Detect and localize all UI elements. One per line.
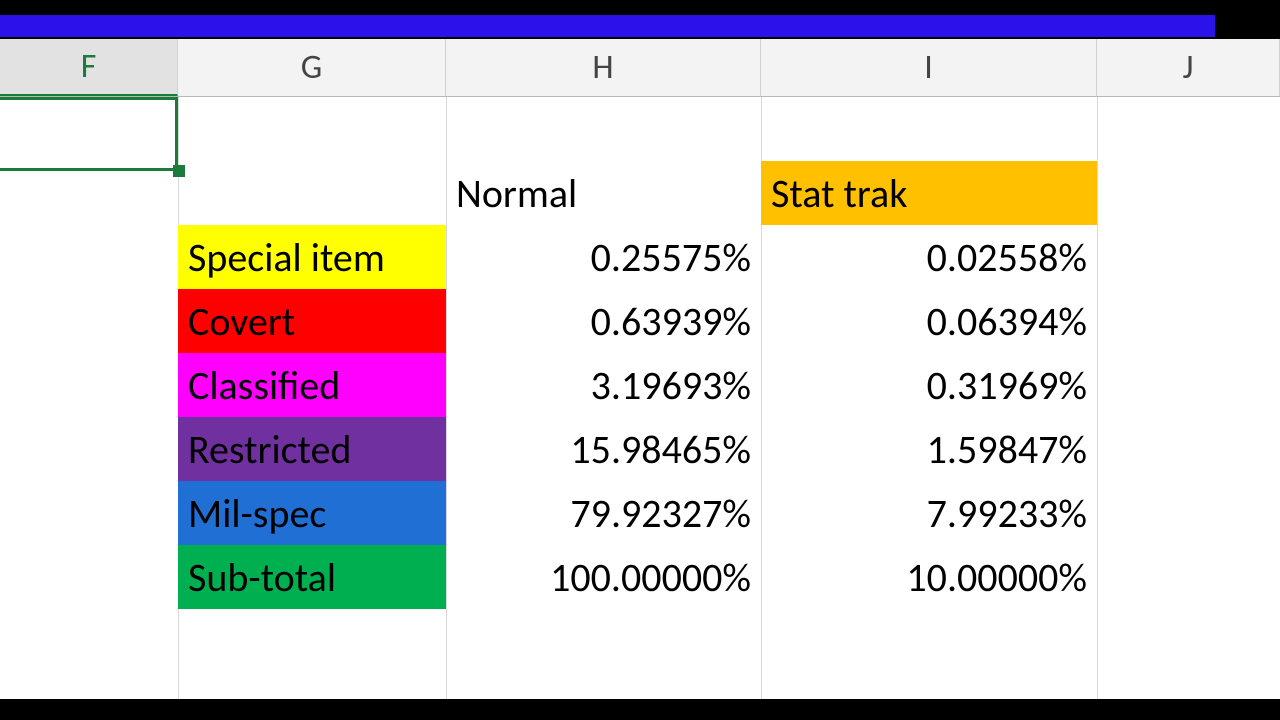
label-mil-spec[interactable]: Mil-spec bbox=[178, 481, 446, 545]
cell-stattrak-mil-spec[interactable]: 7.99233% bbox=[761, 481, 1097, 545]
label-restricted[interactable]: Restricted bbox=[178, 417, 446, 481]
cell-normal-covert[interactable]: 0.63939% bbox=[446, 289, 761, 353]
selected-cell[interactable] bbox=[0, 97, 178, 171]
label-sub-total[interactable]: Sub-total bbox=[178, 545, 446, 609]
label-covert[interactable]: Covert bbox=[178, 289, 446, 353]
grid-body[interactable]: Normal Stat trak Special item Covert Cla… bbox=[0, 97, 1280, 699]
header-normal[interactable]: Normal bbox=[446, 161, 761, 225]
window-titlebar bbox=[0, 15, 1215, 39]
column-header-F[interactable]: F bbox=[0, 39, 178, 96]
cell-normal-restricted[interactable]: 15.98465% bbox=[446, 417, 761, 481]
cell-normal-classified[interactable]: 3.19693% bbox=[446, 353, 761, 417]
column-header-I[interactable]: I bbox=[761, 39, 1097, 96]
cell-stattrak-restricted[interactable]: 1.59847% bbox=[761, 417, 1097, 481]
column-header-G[interactable]: G bbox=[178, 39, 446, 96]
spreadsheet-area: F G H I J Normal Stat trak Special item … bbox=[0, 39, 1280, 699]
cell-normal-special-item[interactable]: 0.25575% bbox=[446, 225, 761, 289]
cell-normal-sub-total[interactable]: 100.00000% bbox=[446, 545, 761, 609]
fill-handle[interactable] bbox=[173, 165, 185, 177]
column-headers: F G H I J bbox=[0, 39, 1280, 97]
column-header-H[interactable]: H bbox=[446, 39, 761, 96]
cell-normal-mil-spec[interactable]: 79.92327% bbox=[446, 481, 761, 545]
cell-stattrak-sub-total[interactable]: 10.00000% bbox=[761, 545, 1097, 609]
label-special-item[interactable]: Special item bbox=[178, 225, 446, 289]
column-header-J[interactable]: J bbox=[1097, 39, 1280, 96]
label-classified[interactable]: Classified bbox=[178, 353, 446, 417]
header-stattrak[interactable]: Stat trak bbox=[761, 161, 1097, 225]
letterbox-top bbox=[0, 0, 1280, 15]
cell-stattrak-classified[interactable]: 0.31969% bbox=[761, 353, 1097, 417]
gridline bbox=[1097, 97, 1098, 699]
cell-stattrak-special-item[interactable]: 0.02558% bbox=[761, 225, 1097, 289]
cell-stattrak-covert[interactable]: 0.06394% bbox=[761, 289, 1097, 353]
